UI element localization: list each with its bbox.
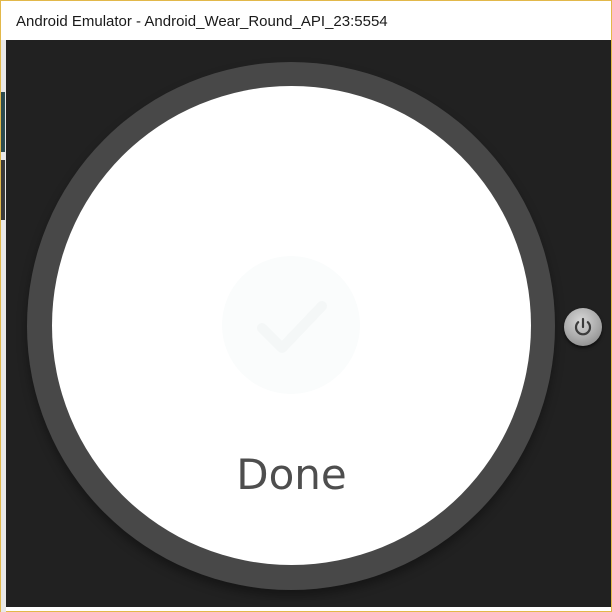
emulator-window: Android Emulator - Android_Wear_Round_AP… [0, 0, 612, 612]
window-title: Android Emulator - Android_Wear_Round_AP… [16, 12, 388, 30]
confirmation-badge [222, 256, 360, 394]
done-label: Done [236, 450, 347, 499]
emulator-frame: Done [6, 40, 611, 607]
power-icon [574, 317, 592, 336]
background-window-fragment [1, 92, 5, 152]
watch-screen[interactable]: Done [52, 86, 531, 565]
power-button[interactable] [564, 308, 602, 346]
check-icon [257, 301, 327, 353]
title-bar[interactable]: Android Emulator - Android_Wear_Round_AP… [6, 2, 611, 40]
background-window-fragment [1, 160, 5, 220]
